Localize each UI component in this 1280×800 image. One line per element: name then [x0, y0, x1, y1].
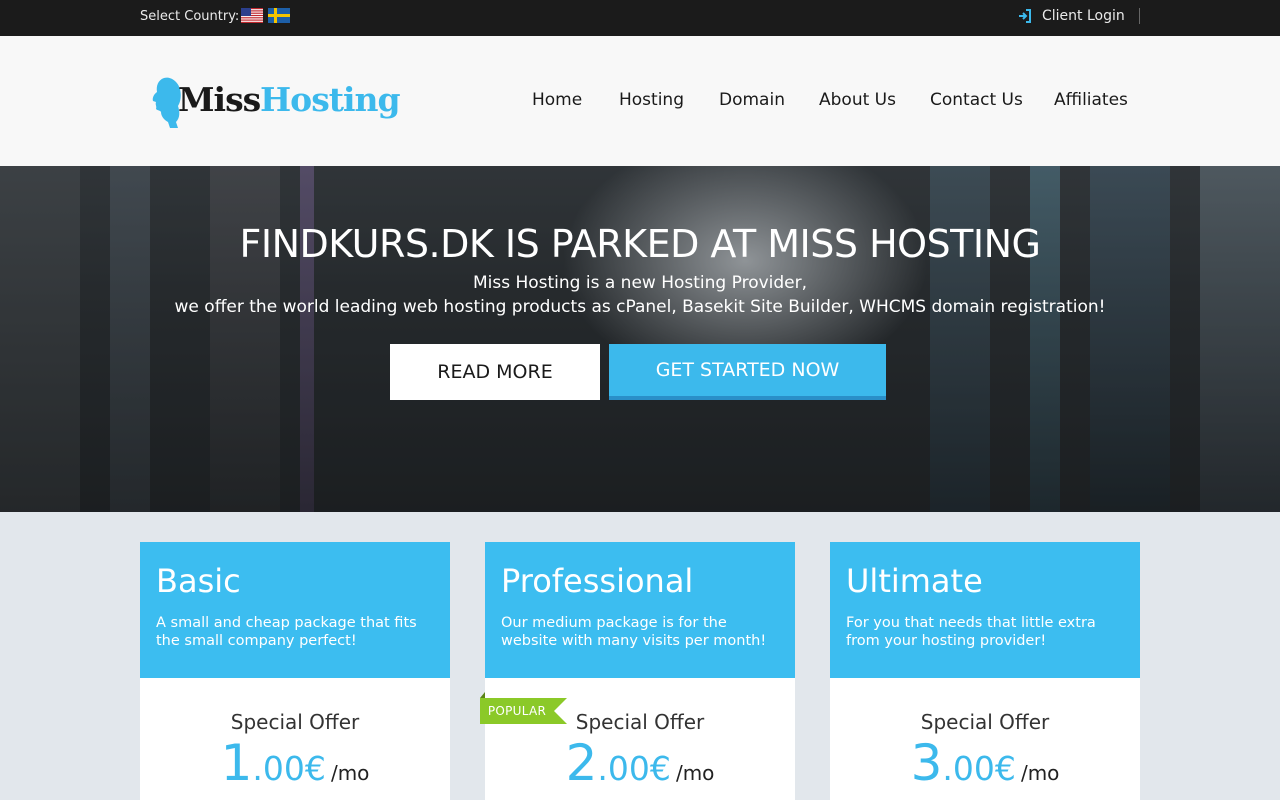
site-header: Miss Hosting Home Hosting Domain About U…	[0, 36, 1280, 166]
divider	[1139, 8, 1140, 24]
nav-home[interactable]: Home	[532, 90, 582, 114]
popular-badge: POPULAR	[480, 698, 568, 724]
plan-name: Professional	[501, 562, 694, 600]
plan-name: Ultimate	[846, 562, 983, 600]
plan-description: Our medium package is for the website wi…	[501, 615, 767, 649]
miss-hosting-logo[interactable]: Miss Hosting	[150, 76, 410, 132]
plan-description: For you that needs that little extra fro…	[846, 615, 1096, 649]
nav-hosting[interactable]: Hosting	[619, 90, 684, 114]
hero-overlay	[0, 166, 1280, 512]
special-offer-label: Special Offer	[230, 710, 360, 734]
logo-text-hosting: Hosting	[260, 80, 401, 119]
special-offer-label: Special Offer	[920, 710, 1050, 734]
nav-about-us[interactable]: About Us	[819, 90, 896, 114]
plan-description: A small and cheap package that fits the …	[156, 615, 417, 649]
select-country-label: Select Country:	[140, 9, 240, 24]
top-bar: Select Country: Client Login	[0, 0, 1280, 36]
plan-price: 2.00€ /mo	[565, 734, 715, 792]
nav-contact-us[interactable]: Contact Us	[930, 90, 1023, 114]
plan-price: 1.00€ /mo	[220, 734, 370, 792]
plan-card-header: Ultimate For you that needs that little …	[830, 542, 1140, 678]
plan-card-header: Basic A small and cheap package that fit…	[140, 542, 450, 678]
nav-domain[interactable]: Domain	[719, 90, 785, 114]
us-flag-icon[interactable]	[241, 8, 263, 23]
plan-card-header: Professional Our medium package is for t…	[485, 542, 795, 678]
logo-text-miss: Miss	[178, 80, 261, 119]
plan-price: 3.00€ /mo	[910, 734, 1060, 792]
plan-card-ultimate: Ultimate For you that needs that little …	[830, 542, 1140, 800]
client-login-link[interactable]: Client Login	[1042, 8, 1125, 24]
plan-card-basic: Basic A small and cheap package that fit…	[140, 542, 450, 800]
ribbon-tip	[554, 698, 567, 724]
nav-affiliates[interactable]: Affiliates	[1054, 90, 1128, 114]
hero-subtitle-line-1: Miss Hosting is a new Hosting Provider,	[472, 273, 808, 293]
plan-card-professional: Professional Our medium package is for t…	[485, 542, 795, 800]
popular-badge-label: POPULAR	[480, 698, 554, 724]
sweden-flag-icon[interactable]	[268, 8, 290, 23]
hero-title: FINDKURS.DK IS PARKED AT MISS HOSTING	[239, 222, 1041, 266]
read-more-button[interactable]: READ MORE	[390, 344, 600, 400]
hero-banner: FINDKURS.DK IS PARKED AT MISS HOSTING Mi…	[0, 166, 1280, 512]
hero-subtitle-line-2: we offer the world leading web hosting p…	[174, 297, 1106, 317]
plan-name: Basic	[156, 562, 241, 600]
sign-in-icon[interactable]	[1018, 9, 1032, 23]
get-started-now-button[interactable]: GET STARTED NOW	[609, 344, 886, 400]
